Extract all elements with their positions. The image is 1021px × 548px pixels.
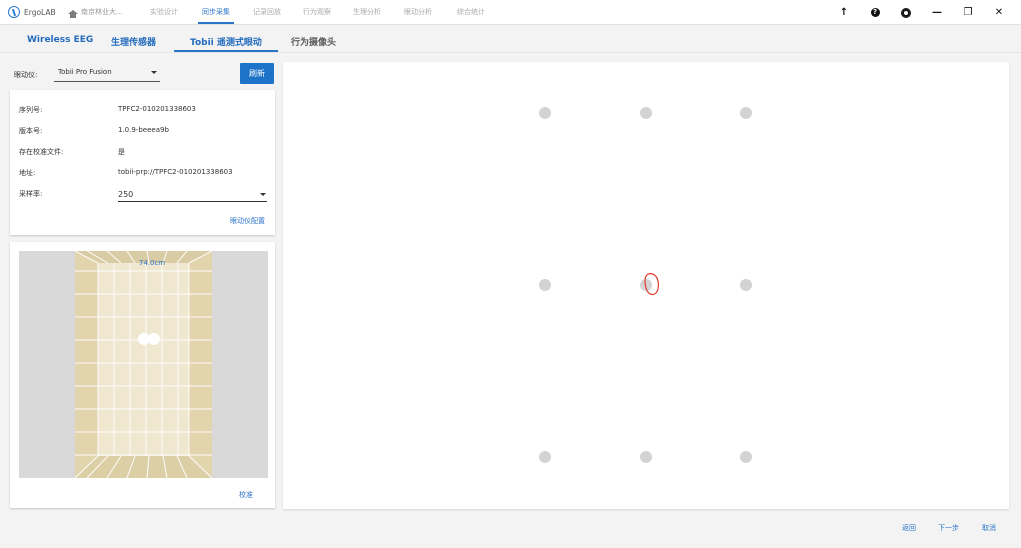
app-title: ErgoLAB — [24, 7, 56, 17]
back-button[interactable]: 返回 — [902, 523, 916, 533]
device-info-card: 序列号: TPFC2-010201338603 版本号: 1.0.9-beeea… — [10, 90, 275, 235]
home-label: 南京林业大... — [81, 8, 123, 16]
refresh-button[interactable]: 刷新 — [240, 63, 274, 84]
calibration-point — [539, 451, 551, 463]
ergolab-logo-icon — [8, 6, 20, 18]
tab-physiological-sensor[interactable]: 生理传感器 — [111, 35, 156, 48]
eye-tracker-selected-value: Tobii Pro Fusion — [58, 68, 112, 76]
track-box-back-face — [98, 263, 189, 456]
dropdown-arrow-icon — [260, 193, 266, 196]
cancel-button[interactable]: 取消 — [982, 523, 996, 533]
calibration-point — [740, 279, 752, 291]
sample-rate-label: 采样率: — [19, 190, 43, 198]
tab-record-playback[interactable]: 记录回放 — [242, 0, 292, 25]
track-box-grid: 74.0cm — [74, 251, 213, 478]
tab-experiment-design[interactable]: 实验设计 — [138, 0, 190, 25]
tab-eye-tracking-analysis[interactable]: 眼动分析 — [392, 0, 444, 25]
tab-label: 综合统计 — [457, 8, 485, 16]
settings-button[interactable] — [899, 6, 913, 20]
tab-label: 眼动分析 — [404, 8, 432, 16]
app-logo: ErgoLAB — [8, 6, 68, 18]
version-value: 1.0.9-beeea9b — [118, 126, 169, 134]
calibration-point — [539, 279, 551, 291]
eye-tracker-label: 眼动仪: — [14, 71, 38, 79]
tab-sync-acquisition[interactable]: 同步采集 — [190, 0, 242, 25]
calibration-preview-panel — [283, 62, 1009, 509]
device-tabs: Wireless EEG 生理传感器 Tobii 遥测式眼动 行为摄像头 — [0, 31, 1021, 53]
tab-label: 生理分析 — [353, 8, 381, 16]
calibration-point — [539, 107, 551, 119]
tab-behavior-camera[interactable]: 行为摄像头 — [291, 35, 336, 48]
serial-label: 序列号: — [19, 106, 43, 114]
track-box-distance-label: 74.0cm — [139, 259, 165, 267]
track-box-card: 74.0cm 校准 — [10, 242, 275, 508]
eye-tracker-select[interactable]: Tobii Pro Fusion — [54, 64, 160, 82]
serial-value: TPFC2-010201338603 — [118, 105, 196, 113]
tab-label: 记录回放 — [253, 8, 281, 16]
next-button[interactable]: 下一步 — [938, 523, 959, 533]
tab-label: 实验设计 — [150, 8, 178, 16]
tab-behavior-observation[interactable]: 行为观察 — [292, 0, 342, 25]
calibration-point — [640, 451, 652, 463]
calibration-file-value: 是 — [118, 148, 125, 156]
version-label: 版本号: — [19, 127, 43, 135]
gaze-marker-icon — [644, 273, 660, 296]
calibration-point — [740, 107, 752, 119]
restore-button[interactable]: ❐ — [961, 6, 975, 20]
calibrate-link[interactable]: 校准 — [239, 490, 253, 500]
track-box-right-face — [189, 251, 212, 478]
sample-rate-select[interactable]: 250 — [118, 190, 267, 202]
calibration-point — [740, 451, 752, 463]
upload-icon[interactable]: ↑ — [837, 6, 851, 20]
top-bar: ErgoLAB 南京林业大... 实验设计 同步采集 记录回放 行为观察 生理分… — [0, 0, 1021, 25]
minimize-button[interactable]: — — [930, 6, 944, 20]
calibration-file-label: 存在校准文件: — [19, 148, 64, 156]
track-box-bottom-face — [75, 456, 212, 478]
tab-wireless-eeg[interactable]: Wireless EEG — [27, 35, 93, 45]
close-button[interactable]: ✕ — [992, 6, 1006, 20]
help-icon: ? — [870, 8, 880, 17]
help-button[interactable]: ? — [868, 6, 882, 20]
window-tools: ↑ ? — ❐ ✕ — [837, 0, 1006, 25]
dropdown-arrow-icon — [151, 71, 157, 74]
eye-tracker-config-link[interactable]: 眼动仪配置 — [230, 216, 265, 226]
tab-label: 同步采集 — [202, 8, 230, 16]
home-tab[interactable]: 南京林业大... — [68, 7, 138, 18]
sample-rate-value: 250 — [118, 190, 134, 199]
track-box-visualization: 74.0cm — [19, 251, 268, 478]
address-value: tobii-prp://TPFC2-010201338603 — [118, 168, 233, 176]
calibration-point — [640, 107, 652, 119]
address-label: 地址: — [19, 169, 36, 177]
right-eye-indicator — [148, 333, 160, 345]
tab-tobii-remote-eye-tracking[interactable]: Tobii 遥测式眼动 — [174, 35, 278, 52]
track-box-left-face — [75, 251, 98, 478]
tab-comprehensive-statistics[interactable]: 综合统计 — [444, 0, 498, 25]
home-icon — [68, 10, 78, 18]
gear-icon — [902, 8, 910, 17]
tab-physiological-analysis[interactable]: 生理分析 — [342, 0, 392, 25]
tab-label: 行为观察 — [303, 8, 331, 16]
